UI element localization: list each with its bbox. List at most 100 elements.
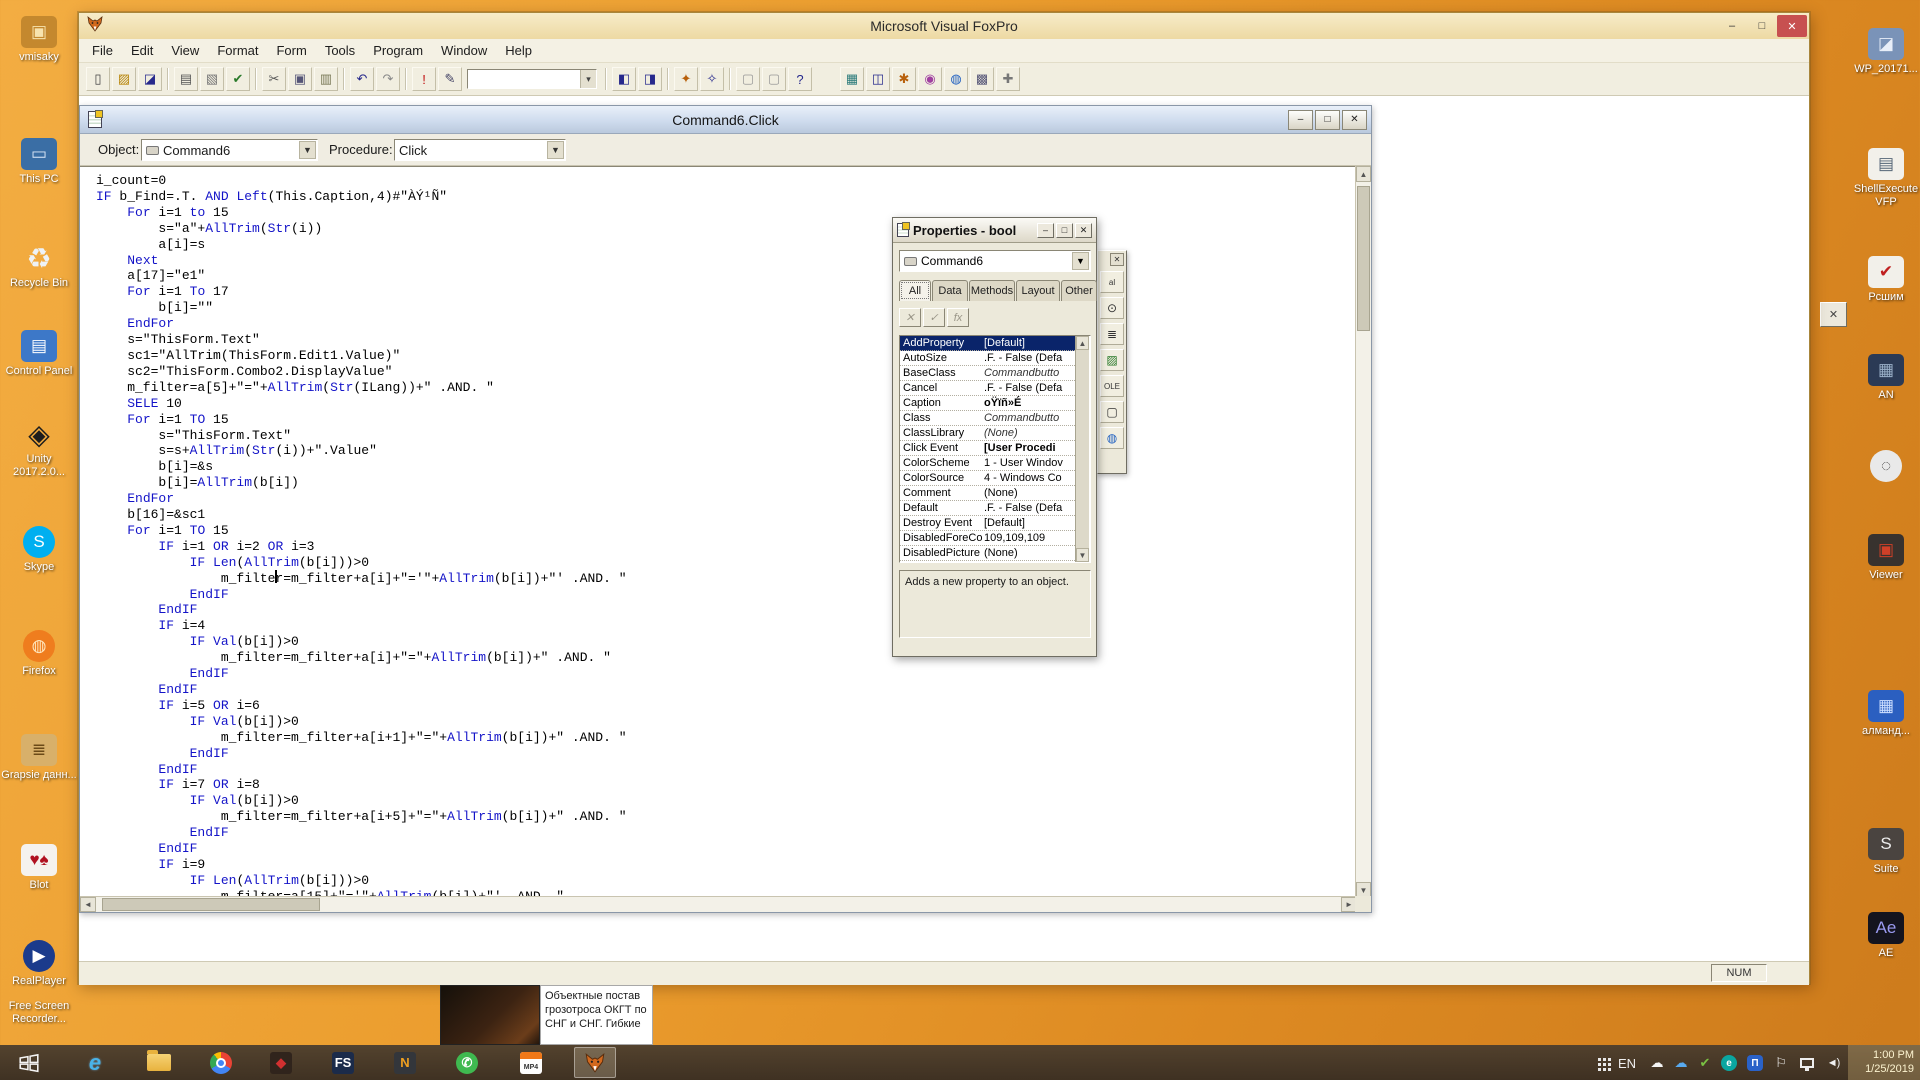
accept-property-button[interactable]: ✓ [923, 308, 945, 327]
menu-form[interactable]: Form [267, 40, 315, 61]
grid-scrollbar[interactable]: ▲ ▼ [1075, 336, 1089, 562]
eset-icon[interactable]: e [1718, 1053, 1740, 1073]
desktop-icon-ae[interactable]: AeAE [1846, 912, 1920, 960]
properties-titlebar[interactable]: Properties - bool –□✕ [893, 218, 1096, 243]
desktop-icon-blot[interactable]: ♥♠Blot [0, 844, 78, 892]
copy-button[interactable]: ▣ [288, 67, 312, 91]
menu-edit[interactable]: Edit [122, 40, 162, 61]
optiongroup-control-icon[interactable]: ⊙ [1100, 297, 1124, 319]
property-row[interactable]: Destroy Event[Default] [900, 516, 1075, 531]
hyperlink-control-icon[interactable]: ◍ [1100, 427, 1124, 449]
file-explorer-icon[interactable] [138, 1047, 180, 1078]
volume-icon[interactable]: ◄) [1822, 1053, 1844, 1073]
menu-view[interactable]: View [162, 40, 208, 61]
main-titlebar[interactable]: Microsoft Visual FoxPro –□✕ [79, 13, 1809, 39]
property-row[interactable]: Cancel.F. - False (Defa [900, 381, 1075, 396]
desktop-icon-magnifier[interactable]: ◌ [1846, 450, 1920, 485]
desktop-icon-shellexecute-vfp[interactable]: ▤ShellExecute VFP [1846, 148, 1920, 209]
horizontal-scrollbar[interactable]: ◄ ► [80, 896, 1357, 912]
run-button[interactable]: ! [412, 67, 436, 91]
maximize-button[interactable]: □ [1315, 110, 1340, 130]
listbox-control-icon[interactable]: ≣ [1100, 323, 1124, 345]
label-control-icon[interactable]: al [1100, 271, 1124, 293]
modify-form-button[interactable]: ✎ [438, 67, 462, 91]
minimize-button[interactable]: – [1288, 110, 1313, 130]
desktop-icon-realplayer[interactable]: ▶RealPlayer [0, 940, 78, 988]
vertical-scroll-thumb[interactable] [1357, 186, 1370, 331]
desktop-icon-free-screen-recorder[interactable]: Free Screen Recorder... [0, 1000, 78, 1026]
maximize-button[interactable]: □ [1056, 223, 1073, 238]
property-row[interactable]: CaptionoŸïñ»É [900, 396, 1075, 411]
code-window-titlebar[interactable]: Command6.Click –□✕ [80, 106, 1371, 134]
floating-close-button[interactable]: ✕ [1820, 302, 1847, 327]
property-row[interactable]: Comment(None) [900, 486, 1075, 501]
chevron-down-icon[interactable]: ▼ [1072, 252, 1089, 270]
tab-methods[interactable]: Methods [969, 280, 1015, 301]
close-button[interactable]: ✕ [1342, 110, 1367, 130]
close-button[interactable]: ✕ [1075, 223, 1092, 238]
thumbnail-preview[interactable] [440, 985, 540, 1045]
scroll-up-icon[interactable]: ▲ [1076, 336, 1089, 350]
scroll-down-icon[interactable]: ▼ [1076, 548, 1089, 562]
form-designer-button[interactable]: ✦ [674, 67, 698, 91]
table-designer-button[interactable]: ▦ [840, 67, 864, 91]
property-row[interactable]: ClassLibrary(None) [900, 426, 1075, 441]
property-row[interactable]: ClassCommandbutto [900, 411, 1075, 426]
help-button[interactable]: ? [788, 67, 812, 91]
usb-eject-icon[interactable]: ✔ [1694, 1053, 1716, 1073]
close-button[interactable]: ✕ [1777, 15, 1807, 37]
code-editor-area[interactable]: i_count=0IF b_Find=.T. AND Left(This.Cap… [80, 166, 1357, 898]
print-button[interactable]: ▤ [174, 67, 198, 91]
desktop-icon-firefox[interactable]: ◍Firefox [0, 630, 78, 678]
punto-icon[interactable]: П [1744, 1053, 1766, 1073]
tab-other[interactable]: Other [1061, 280, 1097, 301]
ie-icon[interactable]: e [74, 1047, 116, 1078]
object-selector-combo[interactable]: Command6 ▼ [899, 250, 1091, 272]
palette-close-button[interactable]: ✕ [1110, 253, 1124, 266]
cancel-property-button[interactable]: ✕ [899, 308, 921, 327]
paste-button[interactable]: ▥ [314, 67, 338, 91]
scroll-left-icon[interactable]: ◄ [80, 897, 96, 912]
chevron-down-icon[interactable]: ▾ [580, 70, 596, 88]
desktop-icon-grapsie[interactable]: ≣Grapsie данн... [0, 734, 78, 782]
desktop-icon-recycle-bin[interactable]: ♻Recycle Bin [0, 242, 78, 290]
notification-text-box[interactable]: Объектные поставгрозотроса ОКГТ поСНГ и … [540, 985, 653, 1045]
desktop-icon-wp-photo[interactable]: ◪WP_20171... [1846, 28, 1920, 76]
minimize-button[interactable]: – [1037, 223, 1054, 238]
desktop-icon-suite[interactable]: SSuite [1846, 828, 1920, 876]
chevron-down-icon[interactable]: ▼ [299, 141, 316, 159]
property-row[interactable]: DisabledPicture(None) [900, 546, 1075, 561]
expression-builder-button[interactable]: fx [947, 308, 969, 327]
language-indicator[interactable]: EN [1616, 1053, 1638, 1073]
object-combo[interactable]: Command6 ▼ [141, 139, 318, 161]
desktop-icon-pcshim[interactable]: ✔Pсшим [1846, 256, 1920, 304]
undo-button[interactable]: ↶ [350, 67, 374, 91]
tab-layout[interactable]: Layout [1016, 280, 1060, 301]
tab-all[interactable]: All [899, 280, 931, 301]
cut-button[interactable]: ✂ [262, 67, 286, 91]
menu-program[interactable]: Program [364, 40, 432, 61]
menu-file[interactable]: File [83, 40, 122, 61]
report-designer-button[interactable]: ✧ [700, 67, 724, 91]
desktop-icon-skype[interactable]: SSkype [0, 526, 78, 574]
property-row[interactable]: AutoSize.F. - False (Defa [900, 351, 1075, 366]
scroll-up-icon[interactable]: ▲ [1356, 166, 1371, 182]
property-row[interactable]: Default.F. - False (Defa [900, 501, 1075, 516]
property-row[interactable]: Click Event[User Procedi [900, 441, 1075, 456]
vertical-scrollbar[interactable]: ▲ ▼ [1355, 166, 1371, 898]
mp4-save-icon[interactable]: MP4 [510, 1047, 552, 1078]
desktop-icon-viewer[interactable]: ▣Viewer [1846, 534, 1920, 582]
desktop-icon-this-pc[interactable]: ▭This PC [0, 138, 78, 186]
print-preview-button[interactable]: ▧ [200, 67, 224, 91]
toolbox-button[interactable]: ▢ [736, 67, 760, 91]
whatsapp-icon[interactable]: ✆ [446, 1047, 488, 1078]
save-button[interactable]: ◪ [138, 67, 162, 91]
maximize-button[interactable]: □ [1747, 15, 1777, 37]
redo-button[interactable]: ↷ [376, 67, 400, 91]
web-button[interactable]: ◍ [944, 67, 968, 91]
new-button[interactable]: ▯ [86, 67, 110, 91]
property-row[interactable]: ColorScheme1 - User Windov [900, 456, 1075, 471]
database-combo[interactable]: ▾ [467, 69, 597, 89]
layout-button[interactable]: ▩ [970, 67, 994, 91]
menu-tools[interactable]: Tools [316, 40, 364, 61]
